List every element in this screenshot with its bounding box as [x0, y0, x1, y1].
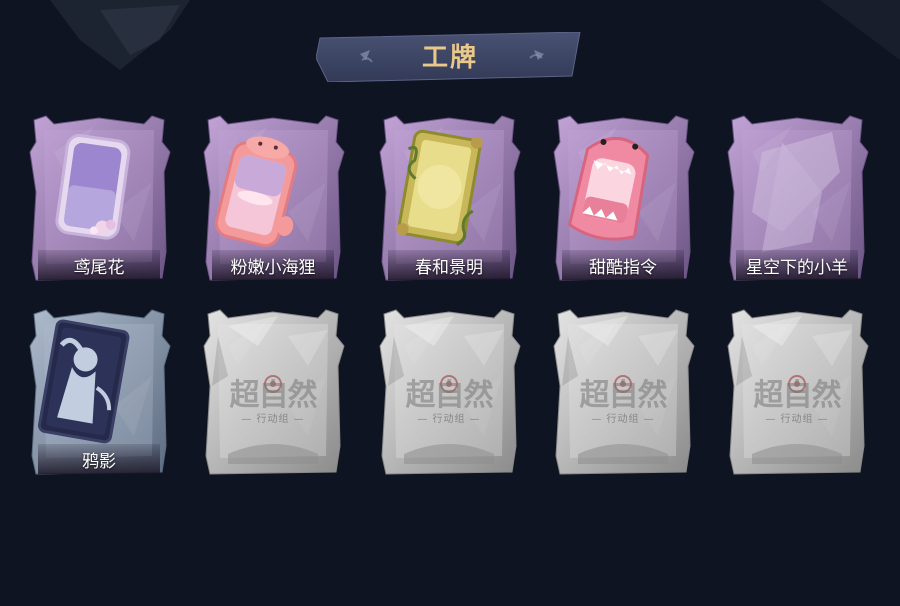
- badge-card[interactable]: 鸢尾花: [24, 112, 174, 284]
- badge-card-locked[interactable]: 超自然 — 行动组 —: [722, 306, 872, 478]
- badge-name: 甜酷指令: [589, 258, 657, 278]
- badge-card[interactable]: 鸦影: [24, 306, 174, 478]
- badge-name: 鸢尾花: [73, 258, 125, 278]
- title-banner: 工牌: [316, 32, 584, 82]
- locked-watermark-sub: — 行动组 —: [591, 414, 655, 425]
- locked-watermark-sub: — 行动组 —: [417, 414, 481, 425]
- badge-card[interactable]: 甜酷指令: [548, 112, 698, 284]
- locked-watermark: 超自然: [753, 378, 842, 413]
- locked-watermark: 超自然: [405, 378, 494, 413]
- badge-card[interactable]: 粉嫩小海狸: [198, 112, 348, 284]
- badge-card[interactable]: 春和景明: [374, 112, 524, 284]
- badge-name: 星空下的小羊: [746, 258, 848, 278]
- page-title: 工牌: [421, 43, 478, 73]
- locked-watermark-sub: — 行动组 —: [765, 414, 829, 425]
- badge-name: 鸦影: [82, 452, 116, 472]
- badge-card-locked[interactable]: 超自然 — 行动组 —: [198, 306, 348, 478]
- badge-card-locked[interactable]: 超自然 — 行动组 —: [374, 306, 524, 478]
- locked-watermark: 超自然: [579, 378, 668, 413]
- locked-watermark-sub: — 行动组 —: [241, 414, 305, 425]
- badge-card-locked[interactable]: 超自然 — 行动组 —: [548, 306, 698, 478]
- badge-card[interactable]: 星空下的小羊: [722, 112, 872, 284]
- locked-watermark: 超自然: [229, 378, 318, 413]
- badge-name: 春和景明: [415, 258, 483, 278]
- badge-name: 粉嫩小海狸: [230, 258, 316, 278]
- background-decoration: [50, 0, 900, 70]
